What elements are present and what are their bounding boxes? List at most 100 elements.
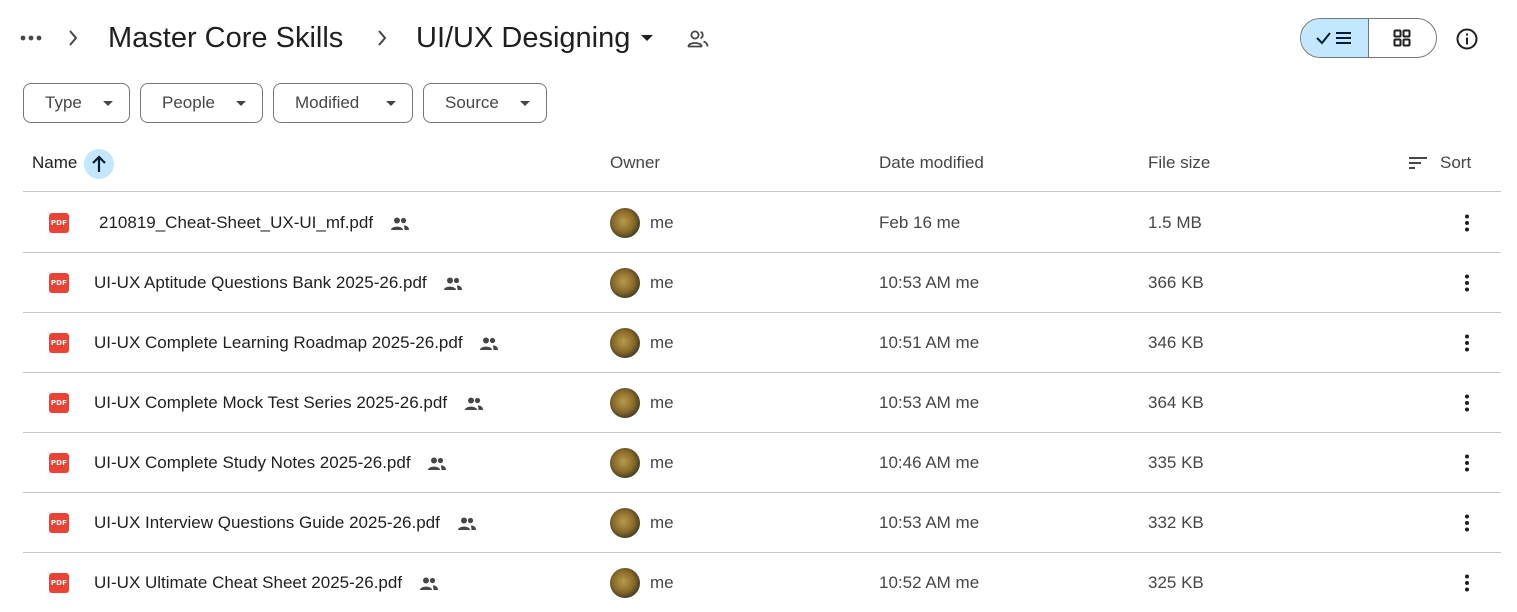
file-list: PDF 210819_Cheat-Sheet_UX-UI_mf.pdf me F… (23, 193, 1501, 612)
header-bar: Master Core Skills UI/UX Designing (0, 0, 1517, 76)
people-icon[interactable] (685, 26, 711, 52)
owner-text: me (650, 213, 674, 232)
sort-label: Sort (1440, 153, 1472, 172)
column-header-date-modified[interactable]: Date modified (879, 134, 984, 192)
pdf-icon: PDF (49, 393, 69, 413)
file-name-text: UI-UX Complete Learning Roadmap 2025-26.… (94, 333, 463, 352)
table-row[interactable]: PDF UI-UX Aptitude Questions Bank 2025-2… (23, 253, 1501, 313)
list-view-icon (1316, 32, 1352, 45)
chip-label: Source (445, 93, 499, 112)
file-name-text: 210819_Cheat-Sheet_UX-UI_mf.pdf (99, 213, 374, 232)
shared-people-icon (464, 397, 483, 410)
sort-button[interactable]: Sort (1408, 134, 1471, 192)
filter-people-chip[interactable]: People (140, 83, 263, 123)
avatar (610, 508, 640, 538)
pdf-icon: PDF (49, 453, 69, 473)
shared-people-icon (428, 457, 447, 470)
file-size-text: 364 KB (1148, 393, 1204, 412)
pdf-icon: PDF (49, 513, 69, 533)
avatar (610, 328, 640, 358)
file-name-text: UI-UX Interview Questions Guide 2025-26.… (94, 513, 440, 532)
table-row[interactable]: PDF UI-UX Complete Study Notes 2025-26.p… (23, 433, 1501, 493)
file-size-text: 325 KB (1148, 573, 1204, 592)
file-size-text: 366 KB (1148, 273, 1204, 292)
file-size-text: 332 KB (1148, 513, 1204, 532)
shared-people-icon (444, 277, 463, 290)
shared-people-icon (480, 337, 499, 350)
list-view-button[interactable] (1301, 19, 1369, 57)
more-horiz-icon[interactable] (14, 22, 48, 54)
date-modified-text: 10:52 AM me (879, 573, 980, 592)
date-modified-text: 10:53 AM me (879, 393, 980, 412)
table-row[interactable]: PDF UI-UX Interview Questions Guide 2025… (23, 493, 1501, 553)
table-row[interactable]: PDF 210819_Cheat-Sheet_UX-UI_mf.pdf me F… (23, 193, 1501, 253)
owner-text: me (650, 513, 674, 532)
more-vert-icon[interactable] (1452, 208, 1482, 238)
shared-people-icon (419, 577, 438, 590)
info-icon[interactable] (1452, 24, 1482, 54)
breadcrumb-current-folder-menu[interactable]: UI/UX Designing (410, 18, 660, 58)
file-name: UI-UX Complete Study Notes 2025-26.pdf (94, 433, 447, 493)
chevron-right-icon (372, 27, 392, 49)
avatar (610, 208, 640, 238)
filter-source-chip[interactable]: Source (423, 83, 547, 123)
owner-text: me (650, 573, 674, 592)
more-vert-icon[interactable] (1452, 328, 1482, 358)
column-header-name[interactable]: Name (32, 134, 77, 192)
table-row[interactable]: PDF UI-UX Ultimate Cheat Sheet 2025-26.p… (23, 553, 1501, 612)
avatar (610, 268, 640, 298)
date-modified-text: 10:53 AM me (879, 273, 980, 292)
page-title: UI/UX Designing (416, 21, 631, 54)
avatar (610, 448, 640, 478)
avatar (610, 388, 640, 418)
grid-view-icon (1393, 29, 1411, 47)
date-modified-text: 10:46 AM me (879, 453, 980, 472)
caret-down-icon (103, 101, 113, 106)
column-header-file-size[interactable]: File size (1148, 134, 1210, 192)
file-name: UI-UX Complete Learning Roadmap 2025-26.… (94, 313, 499, 373)
grid-view-button[interactable] (1369, 19, 1437, 57)
more-vert-icon[interactable] (1452, 568, 1482, 598)
owner-text: me (650, 333, 674, 352)
pdf-icon: PDF (49, 333, 69, 353)
file-name: UI-UX Ultimate Cheat Sheet 2025-26.pdf (94, 553, 439, 612)
file-name-text: UI-UX Ultimate Cheat Sheet 2025-26.pdf (94, 573, 403, 592)
file-name-text: UI-UX Complete Study Notes 2025-26.pdf (94, 453, 411, 472)
table-row[interactable]: PDF UI-UX Complete Learning Roadmap 2025… (23, 313, 1501, 373)
more-vert-icon[interactable] (1452, 268, 1482, 298)
chevron-right-icon (63, 27, 83, 49)
more-vert-icon[interactable] (1452, 388, 1482, 418)
breadcrumb-parent[interactable]: Master Core Skills (108, 18, 343, 58)
file-name: 210819_Cheat-Sheet_UX-UI_mf.pdf (99, 193, 410, 253)
date-modified-text: 10:51 AM me (879, 333, 980, 352)
arrow-up-icon (92, 155, 106, 172)
pdf-icon: PDF (49, 273, 69, 293)
pdf-icon: PDF (49, 213, 69, 233)
file-size-text: 335 KB (1148, 453, 1204, 472)
date-modified-text: 10:53 AM me (879, 513, 980, 532)
shared-people-icon (457, 517, 476, 530)
chip-label: People (162, 93, 215, 112)
shared-people-icon (390, 217, 409, 230)
sort-icon (1409, 157, 1427, 169)
more-vert-icon[interactable] (1452, 508, 1482, 538)
more-vert-icon[interactable] (1452, 448, 1482, 478)
filter-type-chip[interactable]: Type (23, 83, 130, 123)
caret-down-icon (236, 101, 246, 106)
file-name: UI-UX Aptitude Questions Bank 2025-26.pd… (94, 253, 463, 313)
avatar (610, 568, 640, 598)
owner-text: me (650, 453, 674, 472)
chip-label: Type (45, 93, 82, 112)
file-name-text: UI-UX Complete Mock Test Series 2025-26.… (94, 393, 448, 412)
sort-direction-button[interactable] (84, 149, 114, 179)
caret-down-icon (386, 101, 396, 106)
owner-text: me (650, 273, 674, 292)
chip-label: Modified (295, 93, 360, 112)
filter-modified-chip[interactable]: Modified (273, 83, 413, 123)
file-size-text: 1.5 MB (1148, 213, 1202, 232)
column-header-owner[interactable]: Owner (610, 134, 660, 192)
caret-down-icon (640, 31, 654, 45)
table-header: Name Owner Date modified File size Sort (23, 134, 1501, 192)
table-row[interactable]: PDF UI-UX Complete Mock Test Series 2025… (23, 373, 1501, 433)
owner-text: me (650, 393, 674, 412)
